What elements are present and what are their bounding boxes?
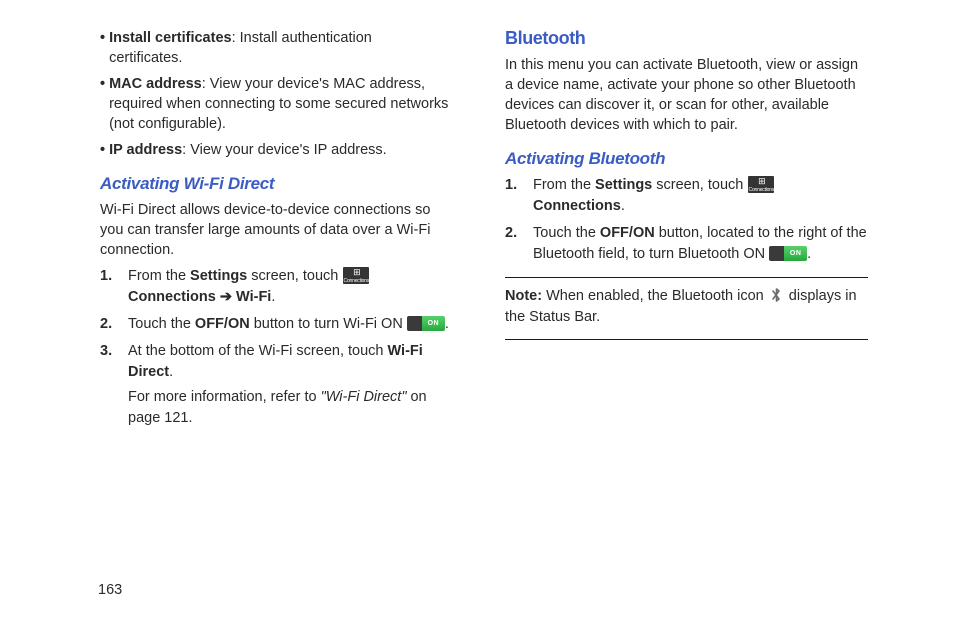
bullet-item: • Install certificates: Install authenti… bbox=[100, 28, 449, 68]
cross-ref: "Wi-Fi Direct" bbox=[321, 389, 407, 405]
left-column: • Install certificates: Install authenti… bbox=[40, 28, 477, 608]
connections-icon: ⊞Connections bbox=[748, 176, 774, 193]
wifi-steps: From the Settings screen, touch ⊞Connect… bbox=[100, 266, 449, 429]
separator bbox=[505, 277, 868, 278]
bullet-marker: • bbox=[100, 140, 105, 160]
bluetooth-intro: In this menu you can activate Bluetooth,… bbox=[505, 55, 868, 135]
page-number: 163 bbox=[98, 582, 122, 598]
step-1: From the Settings screen, touch ⊞Connect… bbox=[100, 266, 449, 308]
arrow-icon: ➔ bbox=[220, 289, 232, 305]
step-3: At the bottom of the Wi-Fi screen, touch… bbox=[100, 341, 449, 429]
bullet-marker: • bbox=[100, 74, 105, 134]
step-2: Touch the OFF/ON button to turn Wi-Fi ON… bbox=[100, 314, 449, 335]
subheading-activating-bluetooth: Activating Bluetooth bbox=[505, 149, 868, 169]
bluetooth-icon bbox=[770, 287, 783, 307]
bullet-text: : View your device's IP address. bbox=[182, 142, 387, 158]
toggle-on-icon: ON bbox=[769, 246, 807, 261]
separator bbox=[505, 339, 868, 340]
bullet-item: • MAC address: View your device's MAC ad… bbox=[100, 74, 449, 134]
note: Note: When enabled, the Bluetooth icon d… bbox=[505, 286, 868, 327]
step-2: Touch the OFF/ON button, located to the … bbox=[505, 223, 868, 265]
right-column: Bluetooth In this menu you can activate … bbox=[477, 28, 914, 608]
bullet-label: IP address bbox=[109, 142, 182, 158]
bullet-label: Install certificates bbox=[109, 30, 232, 46]
wifi-direct-intro: Wi-Fi Direct allows device-to-device con… bbox=[100, 200, 449, 260]
bluetooth-steps: From the Settings screen, touch ⊞Connect… bbox=[505, 175, 868, 265]
connections-icon: ⊞Connections bbox=[343, 267, 369, 284]
bullet-label: MAC address bbox=[109, 76, 202, 92]
note-label: Note: bbox=[505, 288, 542, 304]
heading-bluetooth: Bluetooth bbox=[505, 28, 868, 49]
step-1: From the Settings screen, touch ⊞Connect… bbox=[505, 175, 868, 217]
bullet-marker: • bbox=[100, 28, 105, 68]
bullet-item: • IP address: View your device's IP addr… bbox=[100, 140, 449, 160]
bullet-list: • Install certificates: Install authenti… bbox=[100, 28, 449, 160]
subheading-wifi-direct: Activating Wi-Fi Direct bbox=[100, 174, 449, 194]
toggle-on-icon: ON bbox=[407, 316, 445, 331]
